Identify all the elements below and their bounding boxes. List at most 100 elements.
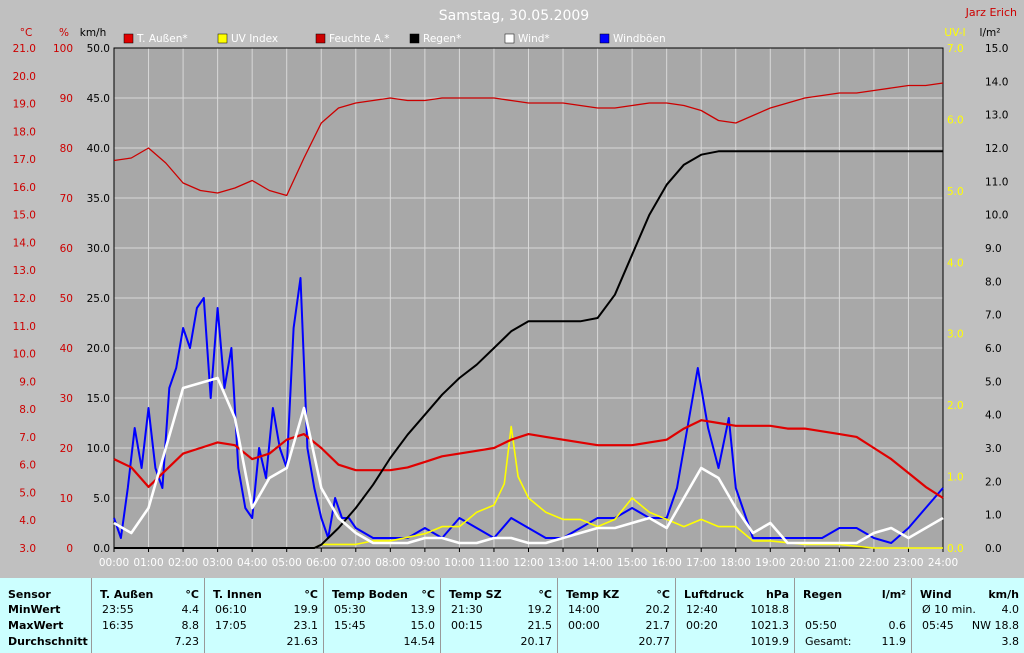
x-tick-label: 18:00 bbox=[721, 557, 751, 569]
summary-col-temp-boden: Temp Boden °C 05:30 13.9 15:45 15.0 14.54 bbox=[324, 578, 441, 653]
t-aussen-min-value: 4.4 bbox=[181, 603, 200, 616]
tick-label-left1_ticks: 20.0 bbox=[13, 71, 36, 83]
luftdruck-min-value: 1018.8 bbox=[750, 603, 790, 616]
legend-swatch bbox=[504, 33, 515, 44]
durchschnitt-label: Durchschnitt bbox=[8, 635, 88, 648]
tick-label-left2_ticks: 50 bbox=[60, 293, 73, 305]
luftdruck-avg: 1019.9 bbox=[750, 635, 790, 648]
legend-label: T. Außen* bbox=[136, 33, 188, 45]
legend-swatch bbox=[217, 33, 228, 44]
temp-kz-max-value: 21.7 bbox=[645, 619, 671, 632]
wind-avg: 3.8 bbox=[1001, 635, 1020, 648]
chart-title: Samstag, 30.05.2009 bbox=[439, 8, 589, 24]
wind-header: Wind bbox=[920, 588, 952, 601]
t-innen-min-time: 06:10 bbox=[215, 603, 247, 616]
legend-swatch bbox=[409, 33, 420, 44]
tick-label-left3_ticks: 25.0 bbox=[87, 293, 110, 305]
temp-sz-avg: 20.17 bbox=[520, 635, 553, 648]
axis-unit-percent: % bbox=[59, 27, 69, 39]
tick-label-left1_ticks: 16.0 bbox=[13, 182, 36, 194]
temp-boden-min-time: 05:30 bbox=[334, 603, 366, 616]
luftdruck-max-time: 00:20 bbox=[686, 619, 718, 632]
luftdruck-header: Luftdruck bbox=[684, 588, 744, 601]
temp-sz-unit: °C bbox=[538, 588, 552, 601]
tick-label-right2_ticks: 4.0 bbox=[985, 410, 1002, 422]
x-tick-label: 10:00 bbox=[444, 557, 474, 569]
luftdruck-unit: hPa bbox=[765, 588, 789, 601]
legend-label: UV Index bbox=[231, 33, 278, 45]
temp-boden-max-value: 15.0 bbox=[410, 619, 436, 632]
author-label: Jarz Erich bbox=[965, 6, 1017, 19]
x-tick-label: 08:00 bbox=[375, 557, 405, 569]
temp-sz-max-time: 00:15 bbox=[451, 619, 483, 632]
tick-label-left1_ticks: 6.0 bbox=[19, 460, 36, 472]
tick-label-left3_ticks: 5.0 bbox=[93, 493, 110, 505]
tick-label-left1_ticks: 4.0 bbox=[19, 515, 36, 527]
summary-col-temp-sz: Temp SZ °C 21:30 19.2 00:15 21.5 20.17 bbox=[441, 578, 558, 653]
t-innen-max-value: 23.1 bbox=[293, 619, 319, 632]
tick-label-left1_ticks: 15.0 bbox=[13, 210, 36, 222]
wind-unit: km/h bbox=[988, 588, 1019, 601]
temp-boden-header: Temp Boden bbox=[332, 588, 408, 601]
t-aussen-header: T. Außen bbox=[100, 588, 154, 601]
tick-label-left3_ticks: 45.0 bbox=[87, 93, 110, 105]
tick-label-left3_ticks: 15.0 bbox=[87, 393, 110, 405]
tick-label-left2_ticks: 10 bbox=[60, 493, 73, 505]
t-innen-min-value: 19.9 bbox=[293, 603, 319, 616]
luftdruck-min-time: 12:40 bbox=[686, 603, 718, 616]
tick-label-right2_ticks: 12.0 bbox=[985, 143, 1008, 155]
summary-col-wind: Wind km/h Ø 10 min. 4.0 05:45 NW 18.8 3.8 bbox=[912, 578, 1024, 653]
tick-label-left1_ticks: 19.0 bbox=[13, 99, 36, 111]
summary-col-temp-kz: Temp KZ °C 14:00 20.2 00:00 21.7 20.77 bbox=[558, 578, 676, 653]
tick-label-right1_ticks: 0.0 bbox=[947, 543, 964, 555]
t-aussen-max-time: 16:35 bbox=[102, 619, 134, 632]
tick-label-left3_ticks: 40.0 bbox=[87, 143, 110, 155]
wind-avg10-label: Ø 10 min. bbox=[922, 603, 976, 616]
tick-label-left2_ticks: 20 bbox=[60, 443, 73, 455]
tick-label-right2_ticks: 15.0 bbox=[985, 43, 1008, 55]
tick-label-left2_ticks: 90 bbox=[60, 93, 73, 105]
tick-label-left1_ticks: 12.0 bbox=[13, 293, 36, 305]
tick-label-right1_ticks: 7.0 bbox=[947, 43, 964, 55]
tick-label-left2_ticks: 100 bbox=[53, 43, 73, 55]
legend-label: Regen* bbox=[423, 33, 461, 45]
tick-label-left1_ticks: 17.0 bbox=[13, 154, 36, 166]
x-tick-label: 00:00 bbox=[99, 557, 129, 569]
summary-col-regen: Regen l/m² 05:50 0.6 Gesamt: 11.9 bbox=[795, 578, 912, 653]
tick-label-right2_ticks: 14.0 bbox=[985, 76, 1008, 88]
temp-boden-avg: 14.54 bbox=[403, 635, 436, 648]
tick-label-left1_ticks: 5.0 bbox=[19, 487, 36, 499]
tick-label-right1_ticks: 6.0 bbox=[947, 114, 964, 126]
x-tick-label: 06:00 bbox=[306, 557, 336, 569]
t-innen-max-time: 17:05 bbox=[215, 619, 247, 632]
axis-unit-celsius: °C bbox=[20, 27, 33, 39]
axis-unit-kmh: km/h bbox=[80, 27, 107, 39]
luftdruck-max-value: 1021.3 bbox=[750, 619, 790, 632]
legend-label: Wind* bbox=[518, 33, 550, 45]
tick-label-right1_ticks: 2.0 bbox=[947, 400, 964, 412]
temp-kz-header: Temp KZ bbox=[566, 588, 620, 601]
t-aussen-avg: 7.23 bbox=[174, 635, 200, 648]
tick-label-right1_ticks: 1.0 bbox=[947, 472, 964, 484]
tick-label-right2_ticks: 1.0 bbox=[985, 510, 1002, 522]
regen-max-value: 0.6 bbox=[888, 619, 907, 632]
tick-label-left2_ticks: 0 bbox=[66, 543, 73, 555]
x-tick-label: 13:00 bbox=[548, 557, 578, 569]
x-tick-label: 04:00 bbox=[237, 557, 267, 569]
tick-label-left3_ticks: 35.0 bbox=[87, 193, 110, 205]
x-tick-label: 24:00 bbox=[928, 557, 958, 569]
tick-label-right2_ticks: 11.0 bbox=[985, 176, 1008, 188]
tick-label-left3_ticks: 0.0 bbox=[93, 543, 110, 555]
x-tick-label: 22:00 bbox=[859, 557, 889, 569]
tick-label-left2_ticks: 80 bbox=[60, 143, 73, 155]
weather-chart: Samstag, 30.05.2009 Jarz Erich °C % km/h… bbox=[13, 6, 1017, 569]
temp-sz-header: Temp SZ bbox=[449, 588, 502, 601]
axis-unit-uv: UV-I bbox=[944, 27, 965, 39]
temp-kz-min-time: 14:00 bbox=[568, 603, 600, 616]
summary-table: Sensor MinWert MaxWert Durchschnitt T. A… bbox=[0, 578, 1024, 653]
t-innen-header: T. Innen bbox=[213, 588, 262, 601]
x-tick-label: 11:00 bbox=[479, 557, 509, 569]
legend-swatch bbox=[123, 33, 134, 44]
x-tick-label: 02:00 bbox=[168, 557, 198, 569]
x-tick-label: 20:00 bbox=[790, 557, 820, 569]
